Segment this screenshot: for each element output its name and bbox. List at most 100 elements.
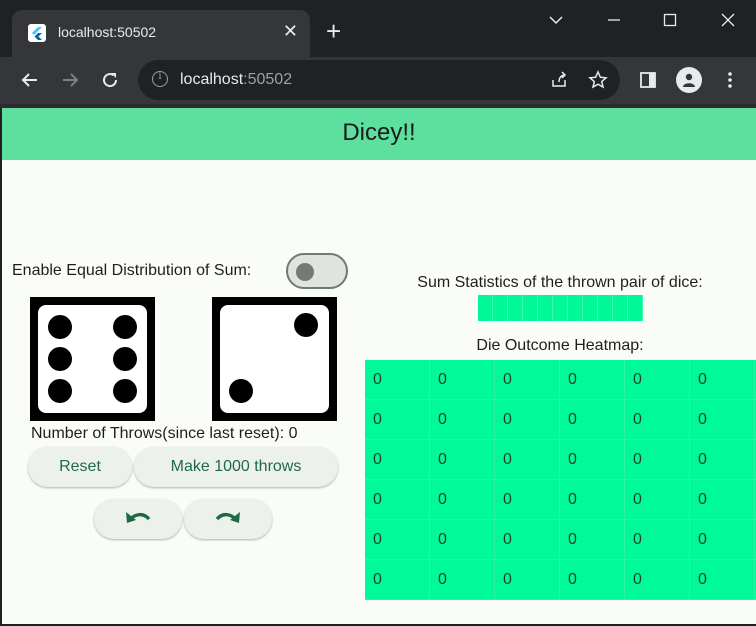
heatmap-cell: 0 [365,520,430,559]
heatmap-cell: 0 [625,440,690,479]
heatmap-cell: 0 [430,520,495,559]
sum-stat-cell [538,295,553,321]
tab-strip: localhost:50502 ✕ + [0,0,756,57]
throws-count-label: Number of Throws(since last reset): 0 [31,425,298,442]
toggle-knob [296,263,314,281]
make-throws-button[interactable]: Make 1000 throws [134,447,338,487]
sum-statistics-label: Sum Statistics of the thrown pair of dic… [417,274,703,291]
address-bar[interactable]: localhost:50502 [138,60,620,100]
heatmap-cell: 0 [365,400,430,439]
new-tab-icon[interactable]: + [326,18,341,44]
forward-icon[interactable] [58,68,82,92]
heatmap-cell: 0 [560,360,625,399]
redo-button[interactable] [184,499,272,539]
share-icon[interactable] [550,71,568,94]
sum-stat-cell [523,295,538,321]
heatmap-cell: 0 [625,520,690,559]
heatmap-cell: 0 [690,480,755,519]
die-pip [48,315,72,339]
die-pip [113,315,137,339]
die-pip [113,347,137,371]
equal-distribution-label: Enable Equal Distribution of Sum: [12,262,252,279]
maximize-icon[interactable] [658,8,682,32]
heatmap-cell: 0 [365,440,430,479]
app-bar: Dicey!! [2,108,756,160]
heatmap-row: 000000 [365,560,756,600]
star-icon[interactable] [588,70,608,95]
browser-tab[interactable]: localhost:50502 ✕ [12,10,310,57]
redo-icon [214,508,242,531]
heatmap-row: 000000 [365,440,756,480]
sum-stat-cell [478,295,493,321]
heatmap-cell: 0 [495,440,560,479]
site-info-icon[interactable] [152,71,168,87]
heatmap-cell: 0 [430,440,495,479]
app-page: Dicey!! Enable Equal Distribution of Sum… [2,108,756,624]
heatmap-cell: 0 [625,360,690,399]
sum-stat-cell [583,295,598,321]
undo-button[interactable] [94,499,182,539]
die-left [30,297,155,421]
heatmap-cell: 0 [690,440,755,479]
heatmap-cell: 0 [430,360,495,399]
url-text[interactable]: localhost:50502 [180,71,292,89]
equal-distribution-toggle[interactable] [286,253,348,289]
sum-stat-cell [493,295,508,321]
heatmap-cell: 0 [495,560,560,599]
tab-title: localhost:50502 [58,24,157,40]
heatmap-cell: 0 [365,560,430,599]
heatmap-cell: 0 [495,520,560,559]
close-window-icon[interactable] [716,8,740,32]
heatmap-cell: 0 [495,400,560,439]
heatmap-cell: 0 [365,480,430,519]
heatmap-row: 000000 [365,520,756,560]
undo-icon [124,508,152,531]
die-outcome-heatmap: 000000000000000000000000000000000000 [365,360,756,600]
heatmap-cell: 0 [430,560,495,599]
die-pip [48,379,72,403]
heatmap-cell: 0 [560,520,625,559]
heatmap-cell: 0 [560,560,625,599]
heatmap-cell: 0 [495,480,560,519]
heatmap-cell: 0 [560,400,625,439]
close-tab-icon[interactable]: ✕ [283,21,298,41]
heatmap-cell: 0 [690,360,755,399]
heatmap-row: 000000 [365,400,756,440]
sum-stat-cell [553,295,568,321]
page-title: Dicey!! [342,119,416,146]
heatmap-row: 000000 [365,360,756,400]
die-right [212,297,337,421]
reload-icon[interactable] [98,68,122,92]
sum-stat-cell [508,295,523,321]
heatmap-cell: 0 [625,400,690,439]
reset-button[interactable]: Reset [28,447,132,487]
die-face-two [220,305,329,413]
die-pip [294,313,318,337]
back-icon[interactable] [18,68,42,92]
profile-avatar-icon[interactable] [676,67,702,93]
heatmap-cell: 0 [495,360,560,399]
sum-stat-cell [613,295,628,321]
minimize-icon[interactable] [602,8,626,32]
heatmap-label: Die Outcome Heatmap: [476,337,644,354]
chevron-down-icon[interactable] [544,8,568,32]
heatmap-cell: 0 [690,520,755,559]
die-pip [113,379,137,403]
heatmap-cell: 0 [560,440,625,479]
heatmap-cell: 0 [625,480,690,519]
heatmap-cell: 0 [365,360,430,399]
sum-stat-cell [568,295,583,321]
sum-stat-cell [628,295,643,321]
sum-stat-cell [598,295,613,321]
die-pip [48,347,72,371]
heatmap-row: 000000 [365,480,756,520]
heatmap-cell: 0 [430,400,495,439]
heatmap-cell: 0 [690,400,755,439]
flutter-icon [28,24,46,42]
side-panel-icon[interactable] [636,68,660,92]
heatmap-cell: 0 [625,560,690,599]
die-pip [229,379,253,403]
more-menu-icon[interactable] [718,68,742,92]
heatmap-cell: 0 [430,480,495,519]
browser-toolbar: localhost:50502 [0,57,756,104]
